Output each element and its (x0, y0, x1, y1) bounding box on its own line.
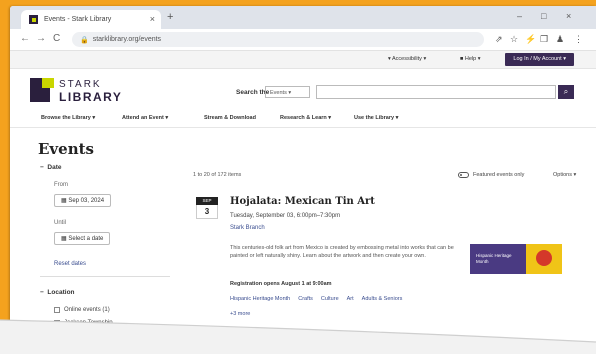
page-title: Events (38, 140, 94, 158)
main-nav: Browse the Library ▾ Attend an Event ▾ S… (10, 111, 596, 128)
event-day: 3 (196, 205, 218, 219)
background-frame: Events - Stark Library × + – □ × ← → C 🔒… (0, 0, 596, 354)
site-header: STARK LIBRARY Search the Events ▾ ⌕ (10, 69, 596, 111)
tab-title: Events - Stark Library (44, 16, 112, 23)
stark-library-logo-icon[interactable] (30, 78, 54, 102)
page-curl (0, 319, 596, 354)
date-filter-heading[interactable]: − Date (40, 164, 62, 171)
url-text: starklibrary.org/events (92, 36, 162, 43)
event-location-link[interactable]: Stark Branch (230, 225, 265, 231)
browser-window: Events - Stark Library × + – □ × ← → C 🔒… (10, 6, 596, 350)
utility-bar: ▾ Accessibility ▾ ■ Help ▾ Log In / My A… (10, 51, 596, 69)
tab-close-icon[interactable]: × (150, 13, 155, 25)
from-label: From (54, 182, 68, 188)
lock-icon: 🔒 (80, 36, 89, 44)
menu-icon[interactable]: ⋮ (574, 34, 583, 45)
until-date-button[interactable]: ▦ Select a date (54, 232, 111, 245)
event-datetime: Tuesday, September 03, 6:00pm–7:30pm (230, 213, 341, 219)
close-window-button[interactable]: × (566, 10, 571, 22)
favicon-icon (29, 15, 38, 24)
nav-attend-event[interactable]: Attend an Event ▾ (122, 115, 168, 121)
tab-strip: Events - Stark Library × + – □ × (10, 6, 596, 29)
featured-toggle[interactable]: Featured events only (458, 172, 524, 178)
search-button[interactable]: ⌕ (558, 85, 574, 99)
extension-icon[interactable]: ⚡ (525, 34, 536, 45)
location-filter-heading[interactable]: − Location (40, 289, 75, 296)
search-input[interactable] (316, 85, 556, 99)
brand-name-line1: STARK (59, 79, 102, 90)
toggle-switch-icon[interactable] (458, 172, 469, 178)
reload-button[interactable]: C (53, 33, 60, 45)
profile-icon[interactable]: ♟ (556, 34, 564, 45)
until-label: Until (54, 220, 67, 226)
back-button[interactable]: ← (20, 33, 30, 45)
share-icon[interactable]: ⇗ (495, 34, 503, 45)
options-menu[interactable]: Options ▾ (553, 172, 576, 178)
event-month: SEP (196, 197, 218, 205)
nav-research-learn[interactable]: Research & Learn ▾ (280, 115, 331, 121)
reset-dates-link[interactable]: Reset dates (54, 261, 86, 267)
search-scope-select[interactable]: Events ▾ (265, 86, 310, 98)
minimize-button[interactable]: – (517, 10, 522, 22)
event-promo-image[interactable]: Hispanic Heritage Month (470, 244, 562, 274)
bookmark-star-icon[interactable]: ☆ (510, 34, 518, 45)
accessibility-menu[interactable]: ▾ Accessibility ▾ (388, 56, 426, 62)
address-bar: ← → C 🔒 starklibrary.org/events ⇗ ☆ ⚡ ❐ … (10, 29, 596, 51)
from-date-button[interactable]: ▦ Sep 03, 2024 (54, 194, 112, 207)
help-menu[interactable]: ■ Help ▾ (460, 56, 480, 62)
brand-name-line2: LIBRARY (59, 90, 123, 104)
event-title-link[interactable]: Hojalata: Mexican Tin Art (230, 196, 375, 207)
forward-button[interactable]: → (36, 33, 46, 45)
filter-divider (40, 276, 170, 277)
flower-icon (536, 250, 552, 266)
login-button[interactable]: Log In / My Account ▾ (505, 53, 574, 66)
browser-tab[interactable]: Events - Stark Library × (21, 10, 161, 29)
sidebar-icon[interactable]: ❐ (540, 34, 548, 45)
promo-text: Hispanic Heritage Month (476, 253, 512, 264)
results-count: 1 to 20 of 172 items (193, 172, 242, 178)
maximize-button[interactable]: □ (541, 10, 546, 22)
new-tab-button[interactable]: + (167, 11, 173, 23)
url-field[interactable]: 🔒 starklibrary.org/events (72, 32, 484, 47)
nav-browse-library[interactable]: Browse the Library ▾ (41, 115, 95, 121)
nav-stream-download[interactable]: Stream & Download (204, 115, 256, 121)
event-date-badge: SEP 3 (196, 197, 218, 219)
event-registration: Registration opens August 1 at 9:00am (230, 281, 332, 287)
nav-use-library[interactable]: Use the Library ▾ (354, 115, 398, 121)
event-description: This centuries-old folk art from Mexico … (230, 245, 454, 259)
